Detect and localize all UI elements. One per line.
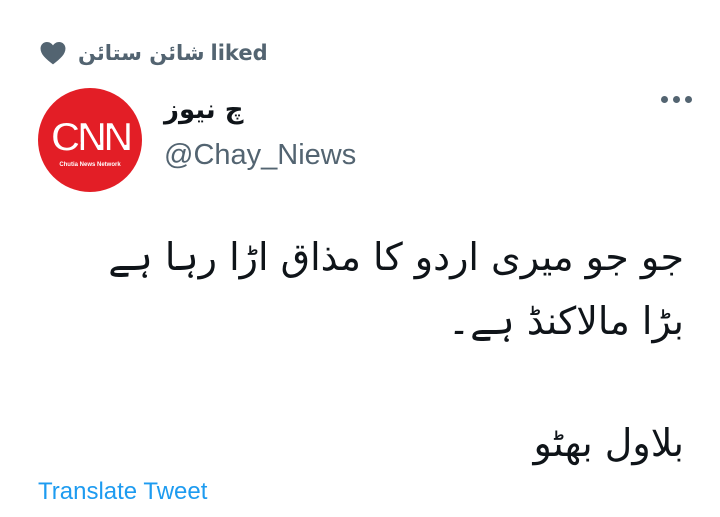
- tweet-text: جو جو میری اردو کا مذاق اڑا رہا ہے بڑا م…: [24, 225, 684, 475]
- cnn-logo-icon: CNN Chutia News Network: [50, 112, 137, 168]
- heart-icon: [40, 41, 66, 65]
- tweet-line: بڑا مالاکنڈ ہے۔: [447, 299, 684, 343]
- social-context: شائن ستائن liked: [40, 38, 268, 68]
- author-block: چ نیوز @Chay_Niews: [164, 92, 356, 172]
- svg-text:CNN: CNN: [51, 113, 132, 160]
- liked-label: liked: [210, 41, 268, 65]
- avatar[interactable]: CNN Chutia News Network: [38, 88, 142, 192]
- tweet-line: جو جو میری اردو کا مذاق اڑا رہا ہے: [108, 235, 684, 279]
- liker-name[interactable]: شائن ستائن: [78, 41, 205, 65]
- display-name[interactable]: چ نیوز: [164, 92, 250, 128]
- more-dot: [673, 96, 680, 103]
- translate-tweet-link[interactable]: Translate Tweet: [38, 478, 207, 506]
- svg-text:Chutia News Network: Chutia News Network: [59, 162, 121, 168]
- tweet-signature: بلاول بھٹو: [533, 421, 684, 465]
- more-horizontal-icon[interactable]: [661, 96, 692, 103]
- more-dot: [685, 96, 692, 103]
- user-handle[interactable]: @Chay_Niews: [164, 138, 356, 172]
- more-dot: [661, 96, 668, 103]
